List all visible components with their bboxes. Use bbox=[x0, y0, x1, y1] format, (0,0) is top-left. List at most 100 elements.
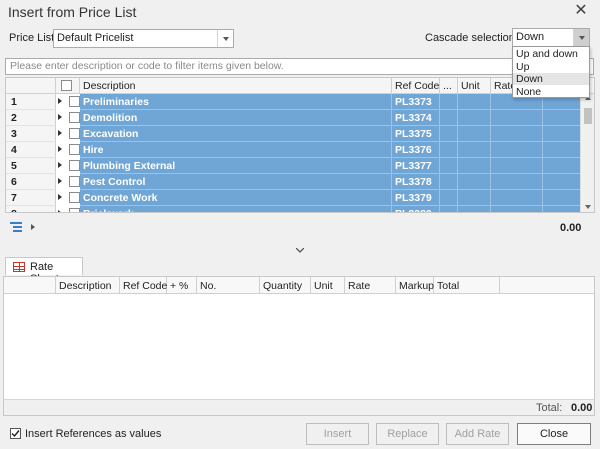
cascade-select[interactable]: Down bbox=[512, 28, 590, 47]
rate-sheet-total-label: Total: bbox=[536, 402, 563, 414]
expand-arrow-icon[interactable] bbox=[58, 194, 62, 200]
table-row[interactable]: 4 Hire PL3376 bbox=[6, 142, 594, 158]
row-checkbox[interactable] bbox=[69, 192, 80, 203]
expand-arrow-icon[interactable] bbox=[58, 114, 62, 120]
cascade-option[interactable]: None bbox=[513, 86, 589, 98]
row-checkbox[interactable] bbox=[69, 96, 80, 107]
row-description: Concrete Work bbox=[80, 190, 392, 206]
col-ref-code[interactable]: Ref Code bbox=[392, 78, 440, 94]
cascade-dropdown-list: Up and down Up Down None bbox=[512, 46, 590, 98]
table-row[interactable]: 6 Pest Control PL3378 bbox=[6, 174, 594, 190]
row-unit bbox=[458, 206, 491, 212]
row-checkbox[interactable] bbox=[69, 112, 80, 123]
close-icon[interactable]: ✕ bbox=[572, 2, 590, 20]
row-description: Preliminaries bbox=[80, 94, 392, 110]
row-ref-code: PL3378 bbox=[392, 174, 440, 190]
rs-col-total[interactable]: Total bbox=[434, 277, 500, 294]
rate-sheet-footer: Total: 0.00 bbox=[4, 399, 594, 415]
cascade-option[interactable]: Down bbox=[513, 73, 589, 85]
expand-arrow-icon[interactable] bbox=[58, 178, 62, 184]
insert-references-label: Insert References as values bbox=[25, 428, 162, 440]
expand-arrow-icon[interactable] bbox=[58, 210, 62, 212]
row-number: 1 bbox=[6, 94, 56, 110]
close-button[interactable]: Close bbox=[517, 423, 591, 445]
window-title: Insert from Price List bbox=[8, 4, 137, 20]
row-checkbox[interactable] bbox=[69, 160, 80, 171]
filter-input[interactable]: Please enter description or code to filt… bbox=[5, 58, 594, 75]
scroll-down-icon[interactable] bbox=[585, 205, 591, 209]
row-more bbox=[440, 190, 458, 206]
row-ref-code: PL3380 bbox=[392, 206, 440, 212]
expand-arrow-icon[interactable] bbox=[58, 146, 62, 152]
rs-col-markup[interactable]: Markup bbox=[396, 277, 434, 294]
row-number: 4 bbox=[6, 142, 56, 158]
col-more[interactable]: ... bbox=[440, 78, 458, 94]
cascade-option[interactable]: Up bbox=[513, 61, 589, 73]
add-rate-button[interactable]: Add Rate bbox=[446, 423, 509, 445]
insert-button[interactable]: Insert bbox=[306, 423, 369, 445]
row-number: 7 bbox=[6, 190, 56, 206]
row-checkbox[interactable] bbox=[69, 128, 80, 139]
rs-col-quantity[interactable]: Quantity bbox=[260, 277, 311, 294]
cascade-option[interactable]: Up and down bbox=[513, 48, 589, 60]
rs-col-ref-code[interactable]: Ref Code bbox=[120, 277, 167, 294]
select-all-header[interactable] bbox=[56, 78, 80, 94]
scroll-thumb[interactable] bbox=[584, 108, 592, 124]
row-rate bbox=[491, 142, 543, 158]
row-unit bbox=[458, 174, 491, 190]
expand-arrow-icon[interactable] bbox=[31, 224, 35, 230]
row-ref-code: PL3374 bbox=[392, 110, 440, 126]
items-grid: Description Ref Code ... Unit Rate 1 Prel… bbox=[5, 77, 595, 213]
tree-list-icon[interactable] bbox=[10, 221, 24, 233]
rs-col-no[interactable]: No. bbox=[197, 277, 260, 294]
table-row[interactable]: 7 Concrete Work PL3379 bbox=[6, 190, 594, 206]
insert-references-checkbox[interactable] bbox=[10, 428, 21, 439]
chevron-down-icon[interactable] bbox=[573, 29, 589, 46]
rs-col-unit[interactable]: Unit bbox=[311, 277, 345, 294]
select-all-checkbox[interactable] bbox=[61, 80, 72, 91]
row-rate bbox=[491, 158, 543, 174]
row-number: 3 bbox=[6, 126, 56, 142]
expand-arrow-icon[interactable] bbox=[58, 98, 62, 104]
table-row[interactable]: 3 Excavation PL3375 bbox=[6, 126, 594, 142]
row-more bbox=[440, 126, 458, 142]
row-checkbox[interactable] bbox=[69, 144, 80, 155]
tab-rate-sheet[interactable]: Rate Sheet bbox=[5, 257, 83, 285]
row-unit bbox=[458, 94, 491, 110]
table-row[interactable]: 5 Plumbing External PL3377 bbox=[6, 158, 594, 174]
row-rate bbox=[491, 174, 543, 190]
col-description[interactable]: Description bbox=[80, 78, 392, 94]
checkmark-icon bbox=[11, 430, 20, 438]
table-row[interactable]: 8 BrickworkPL3380 bbox=[6, 206, 594, 212]
table-row[interactable]: 2 Demolition PL3374 bbox=[6, 110, 594, 126]
row-rate bbox=[491, 190, 543, 206]
replace-button[interactable]: Replace bbox=[376, 423, 439, 445]
chevron-down-icon[interactable] bbox=[217, 30, 233, 47]
row-description: Plumbing External bbox=[80, 158, 392, 174]
row-ref-code: PL3376 bbox=[392, 142, 440, 158]
row-description: Pest Control bbox=[80, 174, 392, 190]
rs-col-description[interactable]: Description bbox=[56, 277, 120, 294]
row-extra bbox=[543, 206, 581, 212]
splitter-chevron-icon[interactable] bbox=[295, 244, 305, 253]
row-rate bbox=[491, 126, 543, 142]
table-row[interactable]: 1 Preliminaries PL3373 bbox=[6, 94, 594, 110]
row-checkbox[interactable] bbox=[69, 176, 80, 187]
grid-scrollbar[interactable] bbox=[580, 94, 594, 212]
grid-footer-total: 0.00 bbox=[560, 222, 582, 234]
col-unit[interactable]: Unit bbox=[458, 78, 491, 94]
expand-arrow-icon[interactable] bbox=[58, 162, 62, 168]
price-list-select[interactable]: Default Pricelist bbox=[53, 29, 234, 48]
table-icon bbox=[13, 262, 25, 272]
row-more bbox=[440, 174, 458, 190]
row-checkbox[interactable] bbox=[69, 208, 80, 212]
row-more bbox=[440, 158, 458, 174]
rs-col-indicator bbox=[4, 277, 56, 294]
rs-col-plus-percent[interactable]: + % bbox=[167, 277, 197, 294]
row-rate bbox=[491, 206, 543, 212]
expand-arrow-icon[interactable] bbox=[58, 130, 62, 136]
row-extra bbox=[543, 142, 581, 158]
row-rate bbox=[491, 110, 543, 126]
rs-col-rate[interactable]: Rate bbox=[345, 277, 396, 294]
row-more bbox=[440, 206, 458, 212]
